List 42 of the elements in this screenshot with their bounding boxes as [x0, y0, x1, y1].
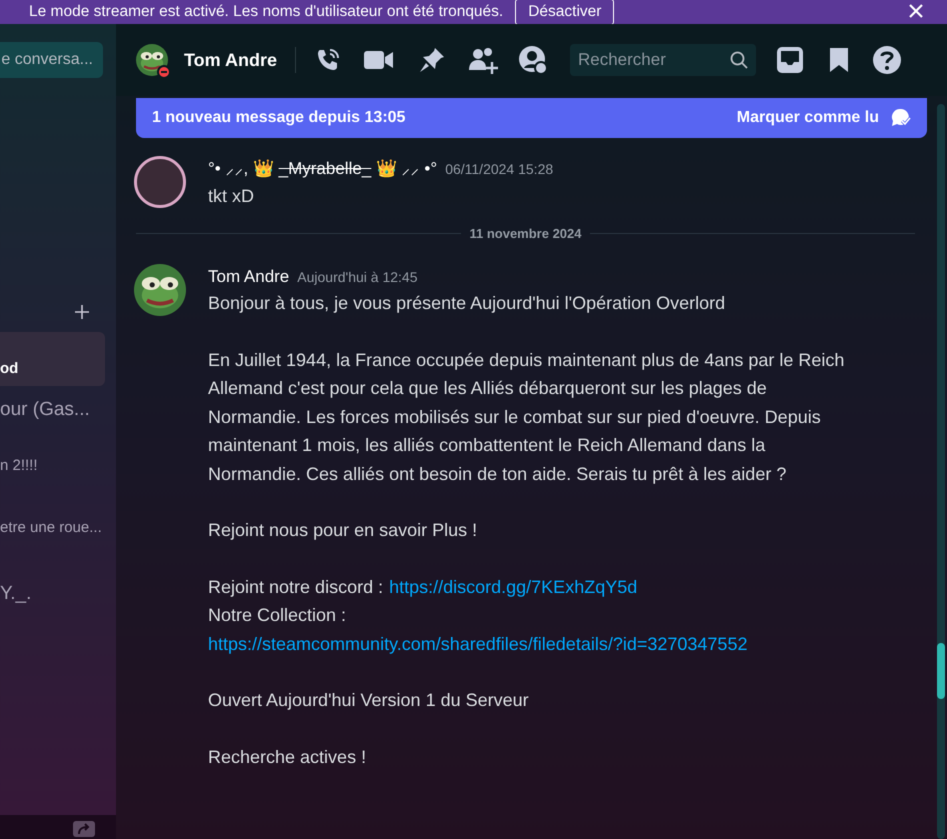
timestamp: 06/11/2024 15:28 — [445, 160, 554, 179]
timestamp: Aujourd'hui à 12:45 — [297, 268, 418, 287]
search-field[interactable]: Rechercher — [570, 44, 756, 76]
conversation-item[interactable]: n 2!!!! — [0, 434, 105, 498]
message-text: Notre Collection : — [208, 604, 346, 627]
message-text: En Juillet 1944, la France occupée depuis maintenant plus de 4ans par le Reich Allemand c'est pour cela que les Alliés débarqueront sur les plages de Normandie. Les forces mobilisés sur le combat sur sur pied d'oeuvre. Depuis maintenant 1 mois, les alliés combattentent le Reich Allemand dans la Normandie. Ces alliés ont besoin de ton aide. Serais tu prêt à les aider ? — [208, 348, 846, 486]
add-member-icon[interactable] — [468, 46, 498, 74]
inbox-icon[interactable] — [776, 46, 804, 74]
video-camera-icon[interactable] — [364, 49, 394, 71]
search-field[interactable]: e conversa... — [0, 42, 103, 78]
add-icon[interactable] — [75, 305, 89, 319]
conversation-item[interactable]: etre une roue... — [0, 498, 105, 558]
date-divider-label: 11 novembre 2024 — [469, 225, 582, 243]
conversation-item[interactable]: Y._. — [0, 558, 105, 630]
banner-text: Le mode streamer est activé. Les noms d'utilisateur ont été tronqués. — [29, 2, 504, 22]
link[interactable]: https://steamcommunity.com/sharedfiles/filedetails/?id=3270347552 — [208, 630, 748, 658]
scrollbar-thumb[interactable] — [937, 643, 945, 699]
message-text: tkt xD — [208, 184, 256, 208]
username[interactable]: °• ⸝⸝, 👑 _Myrabelle_ 👑 ⸝⸝ •° — [208, 156, 438, 182]
channel-name: Tom Andre — [184, 48, 277, 72]
message-text: Bonjour à tous, je vous présente Aujourd'hui l'Opération Overlord — [208, 292, 726, 315]
link[interactable]: https://discord.gg/7KExhZqY5d — [389, 572, 638, 601]
deactivate-button[interactable]: Désactiver — [515, 0, 614, 25]
message-text: Recherche actives ! — [208, 746, 368, 768]
message-text: Rejoint nous pour en savoir Plus ! — [208, 519, 478, 542]
close-icon[interactable] — [908, 3, 924, 19]
username[interactable]: Tom Andre — [208, 264, 290, 289]
help-icon[interactable] — [872, 45, 902, 75]
avatar-photo-placeholder[interactable] — [134, 156, 186, 208]
search-icon — [730, 51, 748, 69]
chat-check-icon — [891, 108, 911, 128]
user-profile-icon[interactable] — [518, 45, 548, 75]
message-text: Rejoint notre discord : — [208, 576, 384, 599]
new-messages-bar[interactable]: 1 nouveau message depuis 13:05 Marquer comme lu — [136, 98, 927, 138]
conversation-item[interactable]: our (Gas... — [0, 386, 105, 434]
frog-avatar-icon[interactable] — [134, 264, 186, 316]
message-text: Ouvert Aujourd'hui Version 1 du Serveur — [208, 689, 530, 712]
new-messages-text: 1 nouveau message depuis 13:05 — [152, 108, 406, 128]
conversation-item[interactable]: od — [0, 332, 105, 386]
bookmark-icon[interactable] — [828, 46, 850, 74]
mark-as-read-link[interactable]: Marquer comme lu — [736, 106, 879, 130]
pin-icon[interactable] — [418, 46, 446, 74]
